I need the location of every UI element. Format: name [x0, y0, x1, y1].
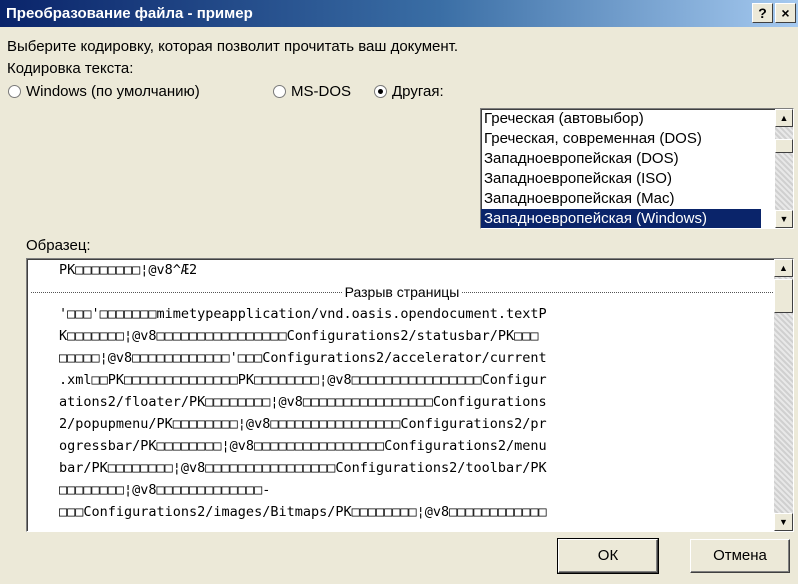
title-bar: Преобразование файла - пример [0, 0, 798, 27]
scroll-up-arrow-icon[interactable]: ▲ [775, 109, 793, 127]
sample-label: Образец: [26, 237, 91, 254]
sample-text-area: PK□□□□□□□□¦@v8^Æ2 Разрыв страницы '□□□'□… [27, 259, 773, 531]
encoding-label: Кодировка текста: [7, 60, 134, 77]
sample-line: □□□□□□□□¦@v8□□□□□□□□□□□□□- [59, 482, 271, 498]
encoding-item[interactable]: Западноевропейская (Mac) [481, 189, 761, 209]
encoding-item-selected[interactable]: Западноевропейская (Windows) [481, 209, 761, 228]
radio-other-label: Другая: [392, 83, 444, 100]
radio-msdos-label: MS-DOS [291, 83, 351, 100]
encoding-listbox[interactable]: Греческая (автовыбор) Греческая, совреме… [480, 108, 794, 229]
page-break-rule [462, 291, 773, 293]
page-break-label: Разрыв страницы [344, 284, 460, 300]
help-button[interactable]: ? [752, 3, 773, 23]
scroll-up-arrow-icon[interactable]: ▲ [774, 259, 793, 277]
radio-windows-circle[interactable] [8, 85, 21, 98]
sample-scrollbar[interactable]: ▲ ▼ [774, 259, 793, 531]
radio-msdos-circle[interactable] [273, 85, 286, 98]
ok-button[interactable]: ОК [557, 538, 659, 574]
sample-preview[interactable]: PK□□□□□□□□¦@v8^Æ2 Разрыв страницы '□□□'□… [26, 258, 794, 532]
radio-other-circle[interactable] [374, 85, 387, 98]
radio-windows-label: Windows (по умолчанию) [26, 83, 200, 100]
radio-windows[interactable]: Windows (по умолчанию) [8, 83, 200, 100]
scroll-thumb[interactable] [775, 139, 793, 153]
encoding-scrollbar[interactable]: ▲ ▼ [775, 109, 793, 228]
encoding-item[interactable]: Греческая, современная (DOS) [481, 129, 761, 149]
radio-other[interactable]: Другая: [374, 83, 444, 100]
scroll-down-arrow-icon[interactable]: ▼ [775, 210, 793, 228]
encoding-item[interactable]: Греческая (автовыбор) [481, 109, 761, 129]
sample-line: K□□□□□□□¦@v8□□□□□□□□□□□□□□□□Configuratio… [59, 328, 539, 344]
cancel-button[interactable]: Отмена [690, 539, 790, 573]
sample-line: ogressbar/PK□□□□□□□□¦@v8□□□□□□□□□□□□□□□□… [59, 438, 547, 454]
window-title: Преобразование файла - пример [6, 5, 253, 22]
sample-line: ations2/floater/PK□□□□□□□□¦@v8□□□□□□□□□□… [59, 394, 547, 410]
scroll-thumb[interactable] [774, 279, 793, 313]
page-break: Разрыв страницы [27, 281, 773, 303]
sample-line: bar/PK□□□□□□□□¦@v8□□□□□□□□□□□□□□□□Config… [59, 460, 547, 476]
sample-line: □□□□□¦@v8□□□□□□□□□□□□'□□□Configurations2… [59, 350, 547, 366]
scroll-down-arrow-icon[interactable]: ▼ [774, 513, 793, 531]
sample-line: 2/popupmenu/PK□□□□□□□□¦@v8□□□□□□□□□□□□□□… [59, 416, 547, 432]
encoding-item[interactable]: Западноевропейская (DOS) [481, 149, 761, 169]
radio-msdos[interactable]: MS-DOS [273, 83, 351, 100]
page-break-rule [31, 291, 342, 293]
sample-line: PK□□□□□□□□¦@v8^Æ2 [59, 262, 198, 278]
sample-line: '□□□'□□□□□□□mimetypeapplication/vnd.oasi… [59, 306, 547, 322]
sample-line: .xml□□PK□□□□□□□□□□□□□□PK□□□□□□□□¦@v8□□□□… [59, 372, 547, 388]
encoding-item[interactable]: Западноевропейская (ISO) [481, 169, 761, 189]
sample-line: □□□Configurations2/images/Bitmaps/PK□□□□… [59, 504, 547, 520]
instruction-text: Выберите кодировку, которая позволит про… [7, 38, 459, 55]
close-button[interactable]: × [775, 3, 796, 23]
